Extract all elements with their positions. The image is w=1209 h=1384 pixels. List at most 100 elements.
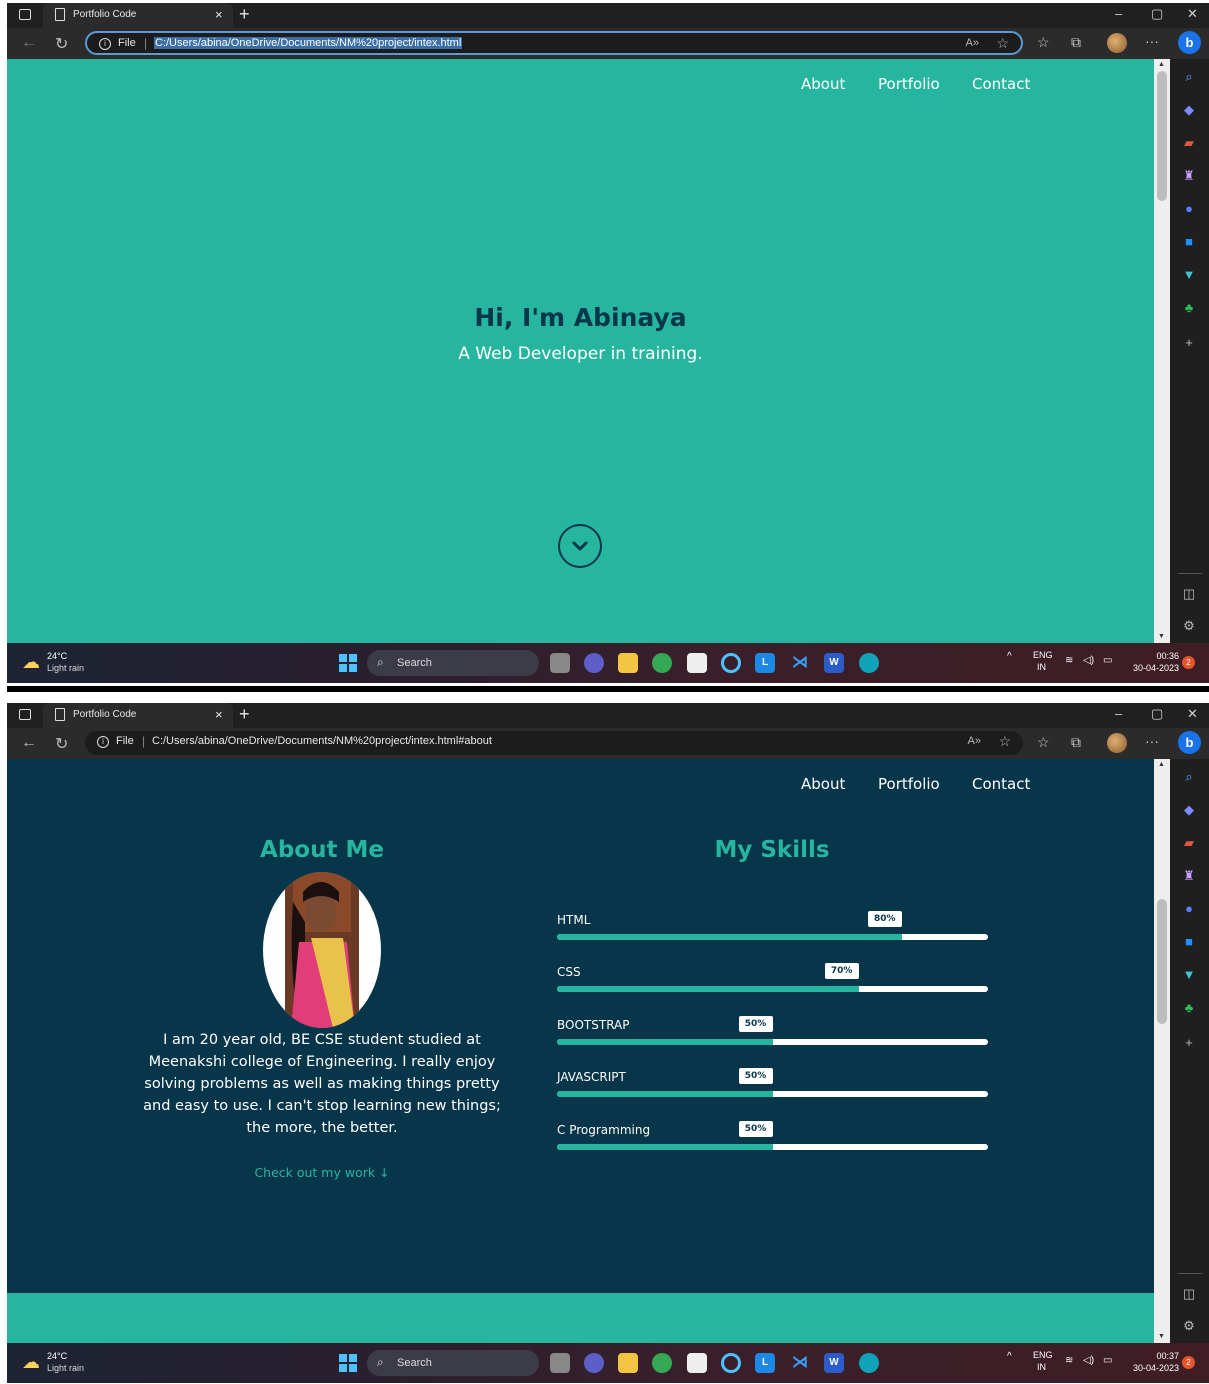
- language-code[interactable]: ENG: [1033, 650, 1053, 660]
- sidebar-toggle-icon[interactable]: ◫: [1181, 586, 1197, 602]
- scroll-up-icon[interactable]: ▲: [1158, 61, 1165, 68]
- cortana-icon[interactable]: [721, 653, 741, 673]
- check-out-work-link[interactable]: Check out my work ↓: [242, 1165, 402, 1180]
- taskbar-search[interactable]: ⌕ Search: [367, 1350, 539, 1376]
- close-tab-icon[interactable]: ×: [215, 707, 223, 722]
- back-arrow-icon[interactable]: ←: [21, 34, 37, 52]
- add-favorite-icon[interactable]: ☆: [998, 733, 1011, 750]
- search-icon[interactable]: ⌕: [1181, 769, 1197, 785]
- nav-about-link[interactable]: About: [801, 75, 845, 93]
- vscode-icon[interactable]: ⋊: [790, 653, 810, 673]
- notification-badge[interactable]: 2: [1182, 656, 1195, 669]
- tree-icon[interactable]: ♣: [1181, 1000, 1197, 1016]
- wifi-icon[interactable]: ≋: [1065, 1355, 1073, 1366]
- games-icon[interactable]: ♜: [1181, 168, 1197, 184]
- bing-copilot-icon[interactable]: b: [1178, 731, 1201, 754]
- scroll-thumb[interactable]: [1157, 71, 1167, 201]
- tools-icon[interactable]: ▰: [1181, 835, 1197, 851]
- folder-icon[interactable]: [618, 1353, 638, 1373]
- start-button[interactable]: [339, 654, 357, 672]
- tab-actions-icon[interactable]: [19, 9, 31, 20]
- new-tab-button[interactable]: +: [239, 704, 250, 725]
- tray-overflow-icon[interactable]: ^: [1007, 651, 1012, 662]
- browser-tab[interactable]: Portfolio Code ×: [43, 703, 233, 728]
- settings-icon[interactable]: ⚙: [1181, 1318, 1197, 1334]
- settings-icon[interactable]: ⚙: [1181, 618, 1197, 634]
- scroll-down-icon[interactable]: ▼: [1158, 1333, 1165, 1340]
- search-icon[interactable]: ⌕: [1181, 69, 1197, 85]
- wifi-icon[interactable]: ≋: [1065, 655, 1073, 666]
- chrome-icon[interactable]: [652, 1353, 672, 1373]
- drop-icon[interactable]: ▼: [1181, 967, 1197, 983]
- url-text[interactable]: C:/Users/abina/OneDrive/Documents/NM%20p…: [152, 735, 492, 747]
- profile-avatar[interactable]: [1107, 33, 1127, 53]
- more-icon[interactable]: ···: [1145, 733, 1159, 749]
- games-icon[interactable]: ♜: [1181, 868, 1197, 884]
- scroll-down-button[interactable]: [558, 524, 602, 568]
- close-tab-icon[interactable]: ×: [215, 7, 223, 22]
- refresh-icon[interactable]: ↻: [55, 34, 68, 54]
- files-icon[interactable]: [550, 653, 570, 673]
- word-icon[interactable]: W: [824, 653, 844, 673]
- close-window-button[interactable]: ✕: [1187, 6, 1198, 22]
- meet-icon[interactable]: [584, 1353, 604, 1373]
- info-icon[interactable]: i: [97, 736, 109, 748]
- more-icon[interactable]: ···: [1145, 33, 1159, 49]
- read-aloud-icon[interactable]: A»: [966, 37, 979, 49]
- meet-icon[interactable]: [584, 653, 604, 673]
- copilot-icon[interactable]: ●: [1181, 901, 1197, 917]
- page-scrollbar[interactable]: ▲ ▼: [1154, 59, 1170, 643]
- vscode-icon[interactable]: ⋊: [790, 1353, 810, 1373]
- minimize-button[interactable]: –: [1115, 706, 1122, 721]
- language-region[interactable]: IN: [1037, 1362, 1046, 1372]
- nav-portfolio-link[interactable]: Portfolio: [878, 775, 940, 793]
- clock[interactable]: 00:37 30-04-2023: [1127, 1350, 1179, 1374]
- tab-actions-icon[interactable]: [19, 709, 31, 720]
- folder-icon[interactable]: [618, 653, 638, 673]
- favorites-icon[interactable]: ☆: [1037, 734, 1050, 751]
- edge-icon[interactable]: [859, 653, 879, 673]
- weather-icon[interactable]: ☁: [22, 652, 40, 673]
- info-icon[interactable]: i: [99, 38, 111, 50]
- favorites-icon[interactable]: ☆: [1037, 34, 1050, 51]
- new-tab-button[interactable]: +: [239, 4, 250, 25]
- restore-button[interactable]: ▢: [1151, 6, 1163, 22]
- files-icon[interactable]: [550, 1353, 570, 1373]
- language-region[interactable]: IN: [1037, 662, 1046, 672]
- start-button[interactable]: [339, 1354, 357, 1372]
- tray-overflow-icon[interactable]: ^: [1007, 1351, 1012, 1362]
- copilot-icon[interactable]: ●: [1181, 201, 1197, 217]
- shopping-tag-icon[interactable]: ◆: [1181, 102, 1197, 118]
- battery-icon[interactable]: ▭: [1103, 655, 1112, 666]
- taskbar-search[interactable]: ⌕ Search: [367, 650, 539, 676]
- language-code[interactable]: ENG: [1033, 1350, 1053, 1360]
- volume-icon[interactable]: ◁): [1083, 655, 1094, 666]
- collections-icon[interactable]: ⧉: [1071, 734, 1081, 751]
- l-app-icon[interactable]: L: [755, 653, 775, 673]
- clock[interactable]: 00:36 30-04-2023: [1127, 650, 1179, 674]
- bing-copilot-icon[interactable]: b: [1178, 31, 1201, 54]
- close-window-button[interactable]: ✕: [1187, 706, 1198, 722]
- sidebar-toggle-icon[interactable]: ◫: [1181, 1286, 1197, 1302]
- address-bar[interactable]: i File | C:/Users/abina/OneDrive/Documen…: [85, 731, 1023, 755]
- add-icon[interactable]: +: [1181, 1035, 1197, 1051]
- nav-contact-link[interactable]: Contact: [972, 775, 1030, 793]
- notification-badge[interactable]: 2: [1182, 1356, 1195, 1369]
- edge-icon[interactable]: [859, 1353, 879, 1373]
- weather-icon[interactable]: ☁: [22, 1352, 40, 1373]
- scroll-thumb[interactable]: [1157, 899, 1167, 1024]
- back-arrow-icon[interactable]: ←: [21, 734, 37, 752]
- store-icon[interactable]: [687, 1353, 707, 1373]
- refresh-icon[interactable]: ↻: [55, 734, 68, 754]
- nav-contact-link[interactable]: Contact: [972, 75, 1030, 93]
- nav-about-link[interactable]: About: [801, 775, 845, 793]
- outlook-icon[interactable]: ■: [1181, 234, 1197, 250]
- page-scrollbar[interactable]: ▲ ▼: [1154, 759, 1170, 1343]
- tools-icon[interactable]: ▰: [1181, 135, 1197, 151]
- l-app-icon[interactable]: L: [755, 1353, 775, 1373]
- word-icon[interactable]: W: [824, 1353, 844, 1373]
- scroll-down-icon[interactable]: ▼: [1158, 633, 1165, 640]
- browser-tab[interactable]: Portfolio Code ×: [43, 3, 233, 28]
- add-favorite-icon[interactable]: ☆: [996, 35, 1009, 52]
- chrome-icon[interactable]: [652, 653, 672, 673]
